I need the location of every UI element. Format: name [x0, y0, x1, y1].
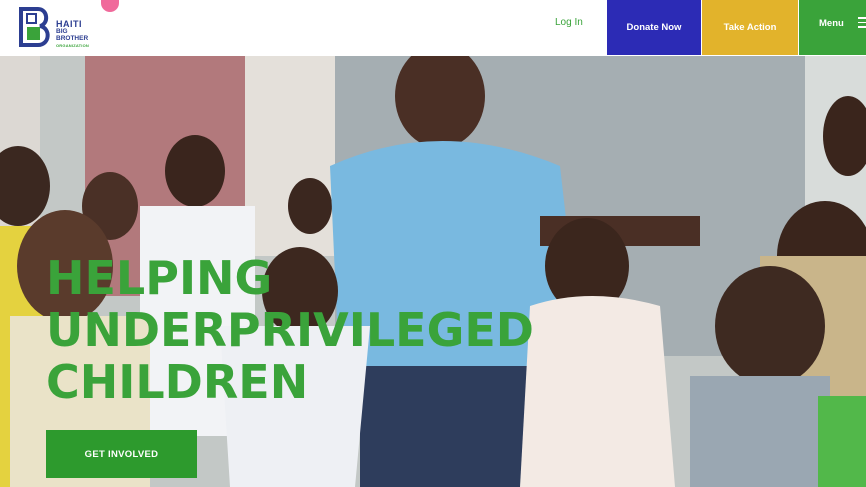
logo-line-brother: BROTHER	[56, 35, 89, 42]
logo-line-organization: ORGANIZATION	[56, 43, 89, 48]
headline-line-1: HELPING	[46, 251, 273, 305]
hero-headline: HELPING UNDERPRIVILEGED CHILDREN	[46, 252, 534, 408]
headline-line-3: CHILDREN	[46, 355, 309, 409]
get-involved-button[interactable]: GET INVOLVED	[46, 430, 197, 478]
site-header: HAITI BIG BROTHER ORGANIZATION Log In Do…	[0, 0, 866, 56]
menu-label: Menu	[819, 18, 844, 29]
logo-b-mark-icon	[19, 7, 50, 47]
hero-section: HELPING UNDERPRIVILEGED CHILDREN GET INV…	[0, 56, 866, 487]
take-action-button[interactable]: Take Action	[702, 0, 798, 55]
logo-line-haiti: HAITI	[56, 19, 82, 29]
hamburger-icon	[858, 17, 866, 31]
login-link[interactable]: Log In	[555, 17, 583, 28]
pink-tab-icon	[101, 0, 119, 12]
donate-now-button[interactable]: Donate Now	[607, 0, 701, 55]
logo-wordmark: HAITI BIG BROTHER ORGANIZATION	[56, 19, 89, 49]
headline-line-2: UNDERPRIVILEGED	[46, 303, 534, 357]
logo-line-big: BIG	[56, 28, 68, 35]
brand-logo[interactable]: HAITI BIG BROTHER ORGANIZATION	[18, 0, 119, 50]
menu-button[interactable]: Menu	[799, 0, 866, 55]
